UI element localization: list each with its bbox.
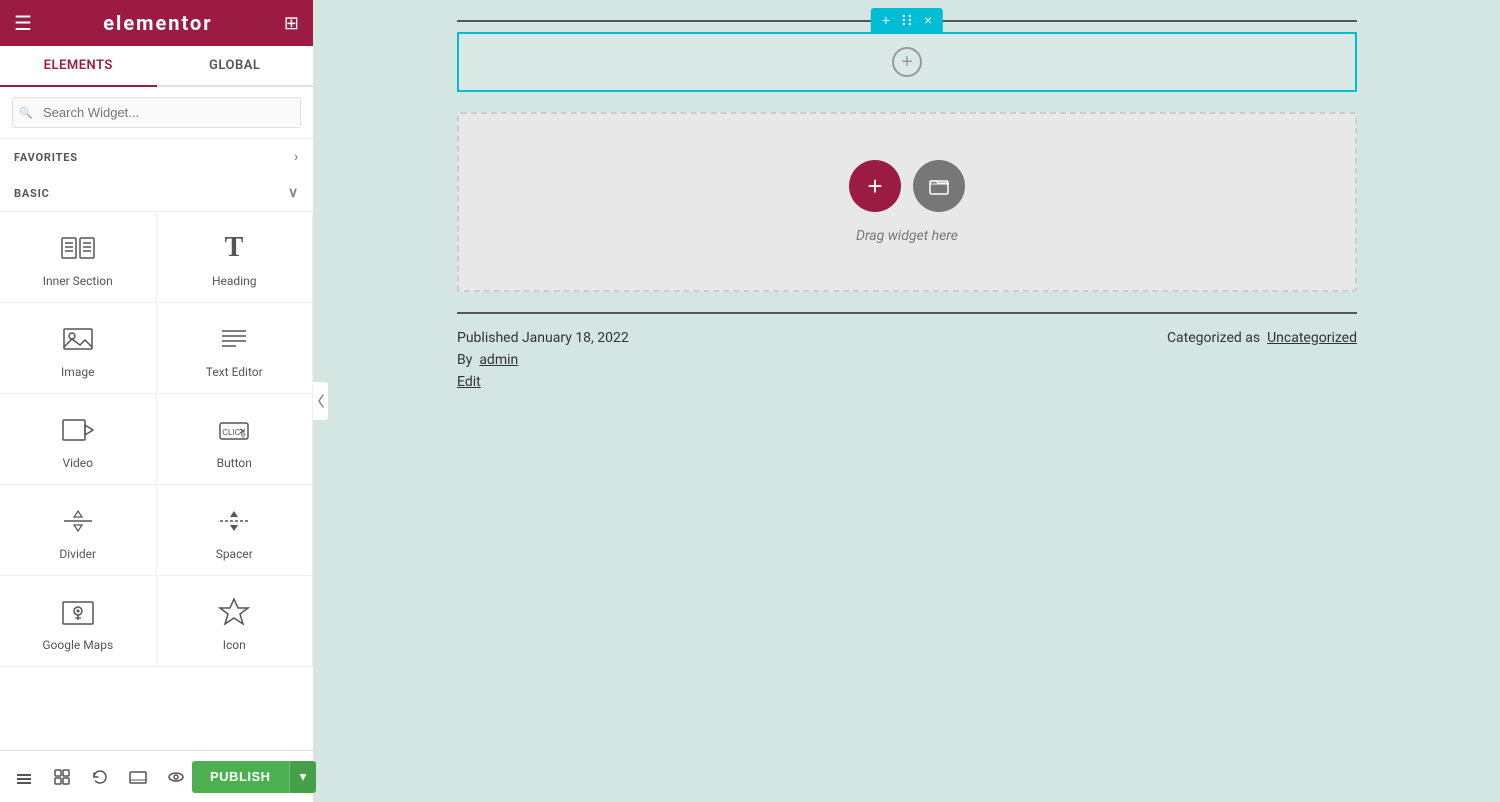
text-editor-icon [216, 321, 252, 357]
widget-inner-section[interactable]: Inner Section [0, 212, 157, 303]
widget-spacer-label: Spacer [216, 547, 253, 561]
tab-elements[interactable]: ELEMENTS [0, 46, 157, 87]
widgets-icon[interactable] [46, 761, 78, 793]
categorized-label: Categorized as [1167, 330, 1260, 346]
footer-author: By admin [457, 352, 629, 368]
drop-area: + Drag widget here [457, 112, 1357, 292]
favorites-chevron: › [294, 149, 299, 165]
collapse-panel-handle[interactable] [313, 381, 329, 421]
basic-header[interactable]: BASIC ∨ [0, 175, 313, 211]
author-link[interactable]: admin [479, 352, 518, 368]
canvas-inner: + × + + Drag widget here [457, 0, 1357, 430]
widget-text-editor[interactable]: Text Editor [157, 303, 314, 394]
section-move-button[interactable] [895, 11, 919, 29]
history-icon[interactable] [84, 761, 116, 793]
favorites-header[interactable]: FAVORITES › [0, 139, 313, 175]
widget-text-editor-label: Text Editor [206, 365, 263, 379]
panel-content: FAVORITES › BASIC ∨ [0, 139, 313, 802]
search-bar [0, 87, 313, 139]
widget-button-label: Button [217, 456, 252, 470]
widget-grid: Inner Section T Heading [0, 211, 313, 667]
video-icon [60, 412, 96, 448]
basic-chevron: ∨ [288, 185, 299, 201]
widget-spacer[interactable]: Spacer [157, 485, 314, 576]
widget-image[interactable]: Image [0, 303, 157, 394]
image-icon [60, 321, 96, 357]
active-section-wrapper: + × + [457, 32, 1357, 92]
widget-image-label: Image [61, 365, 94, 379]
drop-action-buttons: + [849, 160, 965, 212]
button-icon: CLICK [216, 412, 252, 448]
footer-line [457, 312, 1357, 314]
google-maps-icon [60, 594, 96, 630]
published-date: Published January 18, 2022 [457, 330, 629, 346]
drop-add-button[interactable]: + [849, 160, 901, 212]
left-panel: ☰ elementor ⊞ ELEMENTS GLOBAL FAVORITES … [0, 0, 314, 802]
footer-meta: Published January 18, 2022 By admin Edit… [457, 330, 1357, 390]
inner-section-icon [60, 230, 96, 266]
category-link[interactable]: Uncategorized [1267, 330, 1357, 346]
responsive-icon[interactable] [122, 761, 154, 793]
by-label: By [457, 352, 472, 368]
widget-google-maps-label: Google Maps [42, 638, 113, 652]
svg-text:T: T [225, 232, 244, 263]
heading-icon: T [216, 230, 252, 266]
divider-icon [60, 503, 96, 539]
widget-google-maps[interactable]: Google Maps [0, 576, 157, 667]
menu-icon[interactable]: ☰ [14, 11, 32, 35]
publish-dropdown-button[interactable]: ▾ [289, 761, 317, 793]
active-section[interactable]: + [457, 32, 1357, 92]
widget-icon[interactable]: Icon [157, 576, 314, 667]
favorites-label: FAVORITES [14, 151, 78, 164]
icon-widget-icon [216, 594, 252, 630]
widget-icon-label: Icon [223, 638, 246, 652]
section-add-button[interactable]: + [877, 11, 895, 29]
widget-button[interactable]: CLICK Button [157, 394, 314, 485]
widget-video-label: Video [62, 456, 93, 470]
tab-global[interactable]: GLOBAL [157, 46, 314, 85]
panel-tabs: ELEMENTS GLOBAL [0, 46, 313, 87]
publish-button[interactable]: PUBLISH [192, 761, 289, 793]
bottom-toolbar: PUBLISH ▾ [0, 750, 313, 802]
footer-meta-left: Published January 18, 2022 By admin Edit [457, 330, 629, 390]
logo: elementor [103, 11, 212, 35]
drop-text: Drag widget here [856, 228, 958, 244]
widget-video[interactable]: Video [0, 394, 157, 485]
drop-folder-button[interactable] [913, 160, 965, 212]
footer-meta-right: Categorized as Uncategorized [1167, 330, 1357, 390]
widget-heading[interactable]: T Heading [157, 212, 314, 303]
top-bar: ☰ elementor ⊞ [0, 0, 313, 46]
tool-icons [8, 761, 192, 793]
widget-heading-label: Heading [212, 274, 257, 288]
spacer-icon [216, 503, 252, 539]
publish-group: PUBLISH ▾ [192, 761, 316, 793]
eye-icon[interactable] [160, 761, 192, 793]
search-input[interactable] [12, 97, 301, 128]
widget-divider-label: Divider [59, 547, 96, 561]
widget-divider[interactable]: Divider [0, 485, 157, 576]
layers-icon[interactable] [8, 761, 40, 793]
canvas-area: + × + + Drag widget here [314, 0, 1500, 802]
edit-link[interactable]: Edit [457, 374, 629, 390]
section-add-widget-button[interactable]: + [892, 47, 922, 77]
widget-inner-section-label: Inner Section [43, 274, 113, 288]
section-delete-button[interactable]: × [919, 11, 937, 29]
section-toolbar: + × [871, 8, 943, 32]
grid-icon[interactable]: ⊞ [284, 13, 299, 34]
basic-label: BASIC [14, 187, 50, 200]
